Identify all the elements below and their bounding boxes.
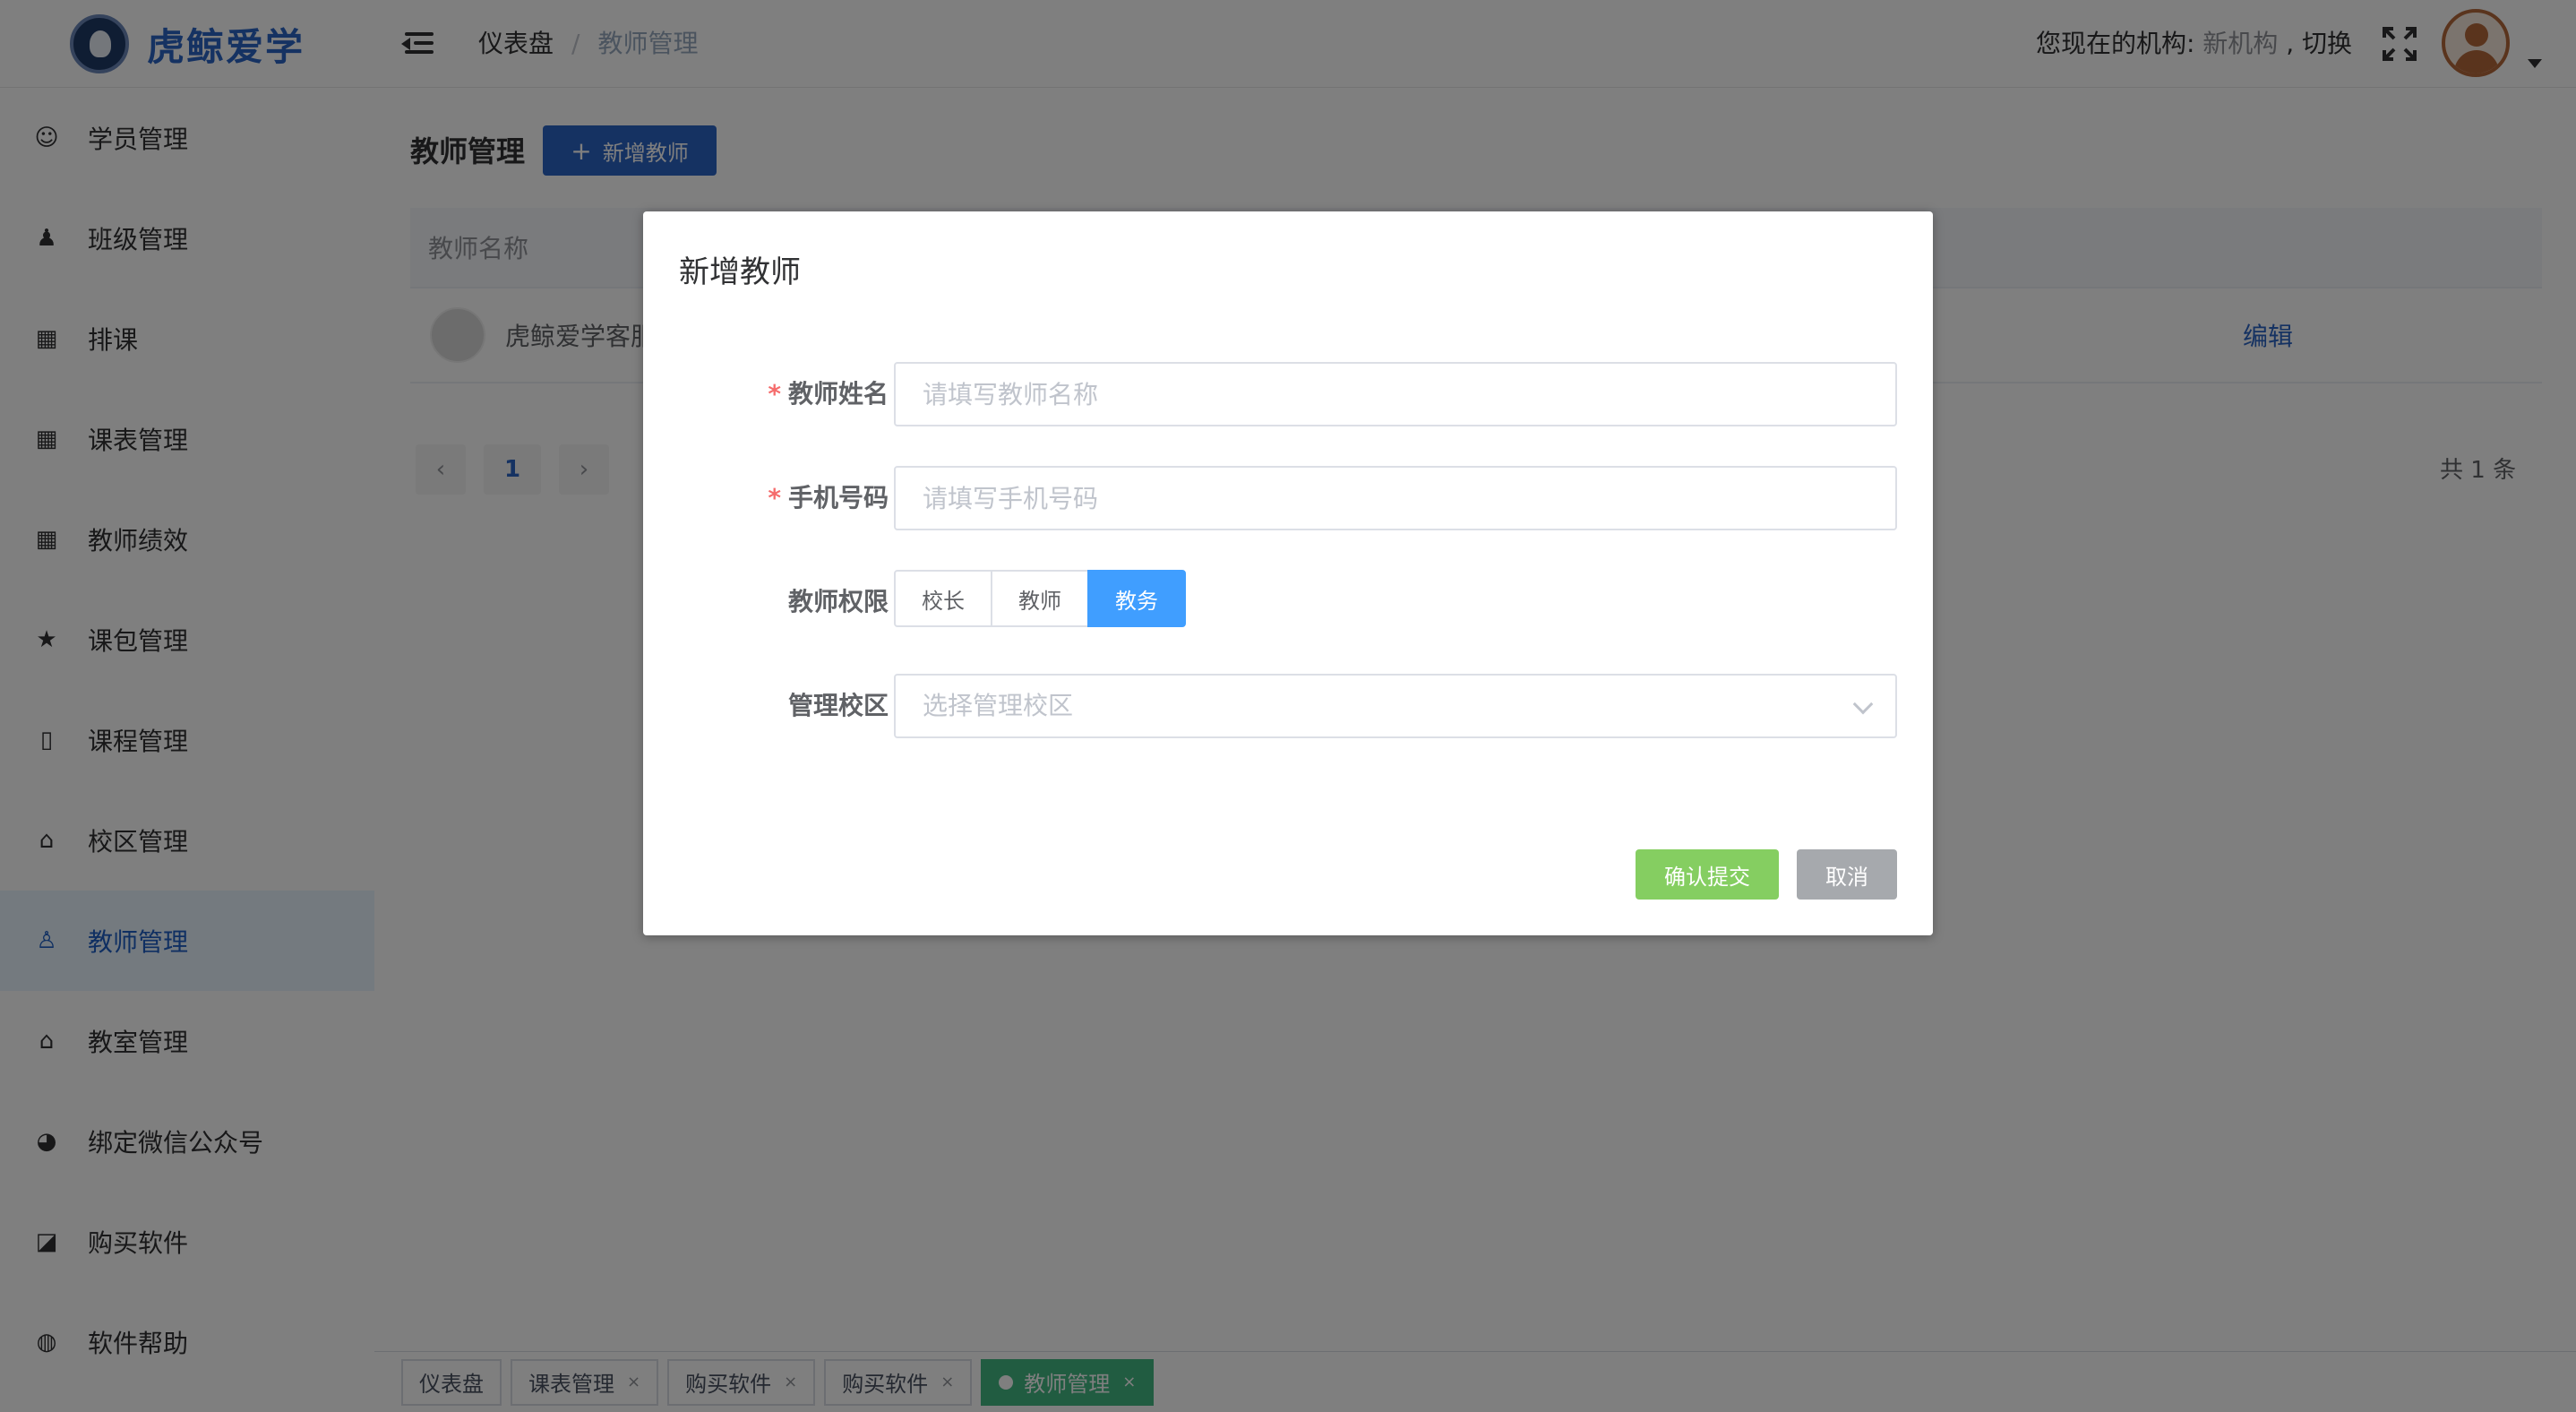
teacher-name-label: * 教师姓名	[768, 379, 889, 409]
campus-label: 管理校区	[787, 691, 889, 720]
confirm-submit-button[interactable]: 确认提交	[1636, 849, 1779, 900]
required-mark: *	[768, 483, 781, 512]
permission-option-principal[interactable]: 校长	[894, 570, 992, 627]
permission-option-academic[interactable]: 教务	[1087, 570, 1186, 627]
form-row-teacher-name: * 教师姓名	[643, 362, 1933, 426]
dialog-title: 新增教师	[679, 254, 801, 290]
campus-select[interactable]: 选择管理校区	[894, 674, 1897, 738]
permission-radio-group: 校长 教师 教务	[894, 570, 1186, 627]
required-mark: *	[768, 379, 781, 409]
form-row-permission: 教师权限 校长 教师 教务	[643, 570, 1933, 634]
permission-label: 教师权限	[787, 587, 889, 616]
permission-option-teacher[interactable]: 教师	[991, 570, 1089, 627]
add-teacher-dialog: 新增教师 *教师姓名 *手机号码 教师权限 校长 教师 教务 管理校区 选择管理…	[643, 211, 1933, 935]
cancel-button[interactable]: 取消	[1797, 849, 1897, 900]
phone-label: * 手机号码	[768, 483, 889, 512]
teacher-name-input[interactable]	[894, 362, 1897, 426]
form-row-campus: 管理校区 选择管理校区	[643, 674, 1933, 738]
form-row-phone: * 手机号码	[643, 466, 1933, 530]
phone-input[interactable]	[894, 466, 1897, 530]
campus-select-placeholder: 选择管理校区	[923, 691, 1074, 720]
chevron-down-icon	[1852, 693, 1874, 715]
